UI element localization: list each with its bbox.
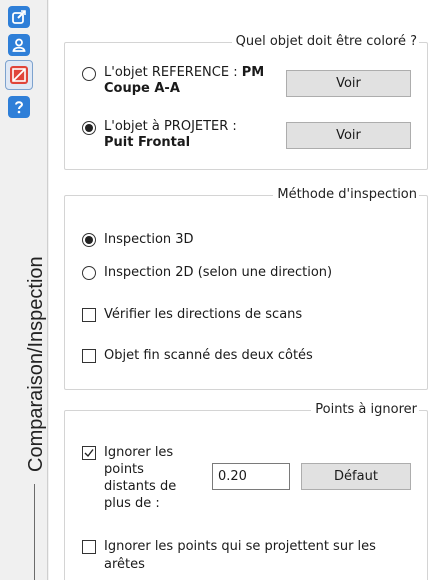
ignore-distant-checkbox[interactable]: [82, 446, 96, 460]
inspection-group-title: Méthode d'inspection: [273, 187, 419, 203]
user-icon: [12, 38, 26, 52]
ignore-edges-option[interactable]: Ignorer les points qui se projettent sur…: [82, 538, 376, 574]
project-radio[interactable]: [82, 121, 96, 135]
vertical-tab[interactable]: Comparaison/Inspection: [2, 182, 47, 580]
vertical-tab-line: [34, 484, 35, 580]
no-image-tool-button[interactable]: [5, 60, 33, 90]
color-object-group: Quel objet doit être coloré ? L'objet RE…: [64, 34, 428, 170]
ignore-distant-label-4: plus de :: [104, 496, 160, 511]
inspection-2d-option[interactable]: Inspection 2D (selon une direction): [82, 265, 333, 281]
thin-object-label: Objet fin scanné des deux côtés: [104, 348, 313, 363]
default-button[interactable]: Défaut: [301, 463, 411, 490]
edit-tool-button[interactable]: [8, 6, 30, 28]
reference-label: L'objet REFERENCE :: [104, 65, 242, 80]
color-group-title: Quel objet doit être coloré ?: [231, 34, 419, 50]
help-tool-button[interactable]: [8, 96, 30, 118]
scan-directions-checkbox[interactable]: [82, 308, 96, 322]
inspection-2d-radio[interactable]: [82, 266, 96, 280]
scan-directions-option[interactable]: Vérifier les directions de scans: [82, 307, 303, 323]
thin-object-option[interactable]: Objet fin scanné des deux côtés: [82, 348, 313, 364]
ignore-edges-label-2: arêtes: [104, 557, 145, 572]
ignore-edges-label-1: Ignorer les points qui se projettent sur…: [104, 539, 376, 554]
reference-radio[interactable]: [82, 67, 96, 81]
view-project-button[interactable]: Voir: [286, 122, 411, 149]
no-image-icon: [10, 66, 28, 84]
ignore-distant-label-2: points: [104, 462, 144, 477]
inspection-panel: Quel objet doit être coloré ? L'objet RE…: [49, 0, 444, 580]
inspection-2d-label: Inspection 2D (selon une direction): [104, 265, 333, 280]
tool-strip: Comparaison/Inspection: [0, 0, 48, 580]
ignore-distant-option[interactable]: Ignorer les points distants de plus de :: [82, 444, 176, 512]
user-tool-button[interactable]: [8, 34, 30, 56]
scan-directions-label: Vérifier les directions de scans: [104, 307, 303, 322]
ignore-points-group: Points à ignorer Ignorer les points dist…: [64, 402, 428, 580]
distance-threshold-input[interactable]: 0.20: [212, 463, 290, 490]
ignore-edges-checkbox[interactable]: [82, 540, 96, 554]
ignore-distant-label-1: Ignorer les: [104, 445, 174, 460]
reference-object-subname: Coupe A-A: [104, 81, 180, 96]
help-icon: [15, 101, 24, 114]
project-label: L'objet à PROJETER :: [104, 119, 237, 134]
view-reference-button[interactable]: Voir: [286, 70, 411, 97]
thin-object-checkbox[interactable]: [82, 349, 96, 363]
project-option[interactable]: L'objet à PROJETER : Puit Frontal: [82, 119, 237, 151]
inspection-3d-radio[interactable]: [82, 233, 96, 247]
reference-object-name: PM: [241, 65, 265, 80]
reference-option[interactable]: L'objet REFERENCE : PM Coupe A-A: [82, 65, 265, 97]
checkmark-icon: [84, 449, 94, 458]
edit-icon: [12, 10, 26, 24]
ignore-distant-label-3: distants de: [104, 479, 177, 494]
project-object-name: Puit Frontal: [104, 135, 191, 150]
inspection-3d-label: Inspection 3D: [104, 232, 194, 247]
inspection-method-group: Méthode d'inspection Inspection 3D Inspe…: [64, 187, 428, 390]
inspection-3d-option[interactable]: Inspection 3D: [82, 232, 194, 248]
ignore-group-title: Points à ignorer: [311, 402, 419, 418]
vertical-tab-title: Comparaison/Inspection: [25, 256, 47, 472]
